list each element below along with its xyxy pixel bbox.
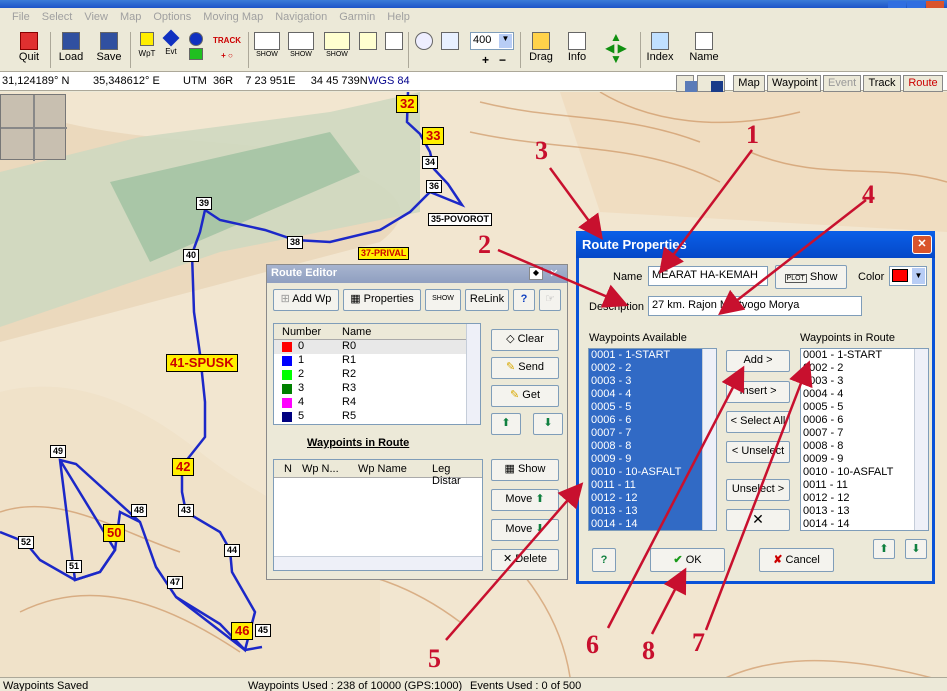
annotation-marker-6: 6	[586, 630, 599, 659]
events-used: Events Used : 0 of 500	[470, 680, 582, 691]
status-bar: Waypoints Saved Waypoints Used : 238 of …	[0, 677, 947, 691]
waypoints-used: Waypoints Used : 238 of 10000 (GPS:1000)	[248, 680, 463, 691]
annotation-marker-7: 7	[692, 628, 705, 657]
annotation-marker-5: 5	[428, 644, 441, 673]
annotation-marker-1: 1	[746, 120, 759, 149]
annotation-arrows	[445, 149, 867, 641]
annotation-marker-8: 8	[642, 636, 655, 665]
annotation-marker-3: 3	[535, 136, 548, 165]
annotation-marker-4: 4	[862, 180, 875, 209]
annotation-marker-2: 2	[478, 230, 491, 259]
status-message: Waypoints Saved	[3, 680, 89, 691]
